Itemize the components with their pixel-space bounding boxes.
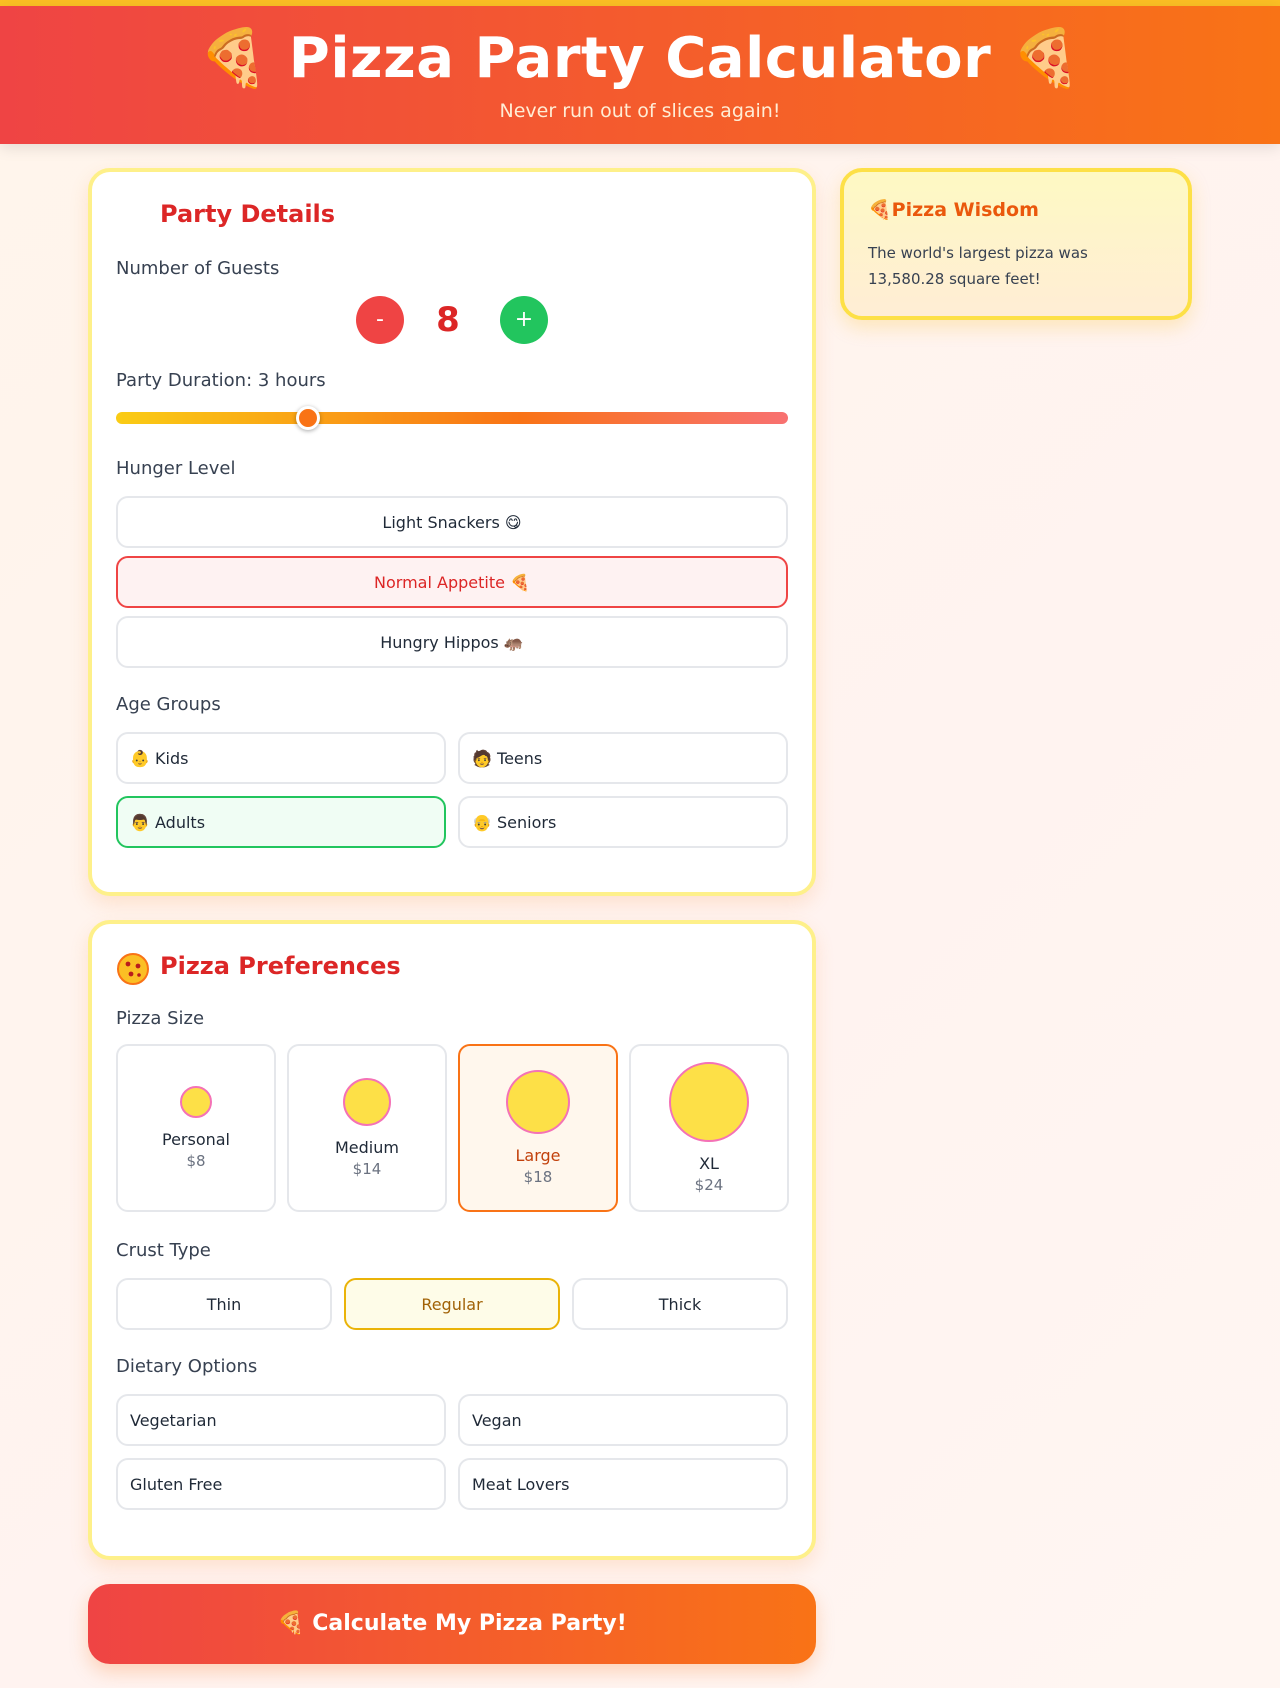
age-groups-label: Age Groups [116, 694, 221, 715]
pizza-size-large-icon [506, 1070, 570, 1134]
hunger-option-label: Light Snackers 😋 [382, 512, 522, 532]
app-header: 🍕 Pizza Party Calculator 🍕 Never run out… [0, 6, 1280, 144]
dietary-option-vegan[interactable]: Vegan [458, 1394, 788, 1446]
crust-type-label: Crust Type [116, 1240, 211, 1261]
pizza-wisdom-title: 🍕Pizza Wisdom [868, 199, 1039, 221]
crust-option-regular[interactable]: Regular [344, 1278, 560, 1330]
dietary-option-label: Meat Lovers [472, 1474, 570, 1494]
size-price: $24 [694, 1176, 724, 1194]
pizza-size-xl-icon [669, 1062, 749, 1142]
page-subtitle: Never run out of slices again! [499, 100, 781, 122]
age-option-label: 👨 Adults [130, 812, 206, 832]
crust-option-label: Thin [206, 1294, 242, 1314]
size-name: XL [699, 1154, 719, 1173]
guests-count: 8 [436, 300, 460, 340]
age-option-label: 🧑 Teens [472, 748, 543, 768]
duration-label: Party Duration: 3 hours [116, 370, 326, 391]
pizza-icon [117, 953, 149, 985]
age-option-label: 👴 Seniors [472, 812, 557, 832]
size-name: Personal [161, 1130, 230, 1149]
dietary-option-vegetarian[interactable]: Vegetarian [116, 1394, 446, 1446]
dietary-options-label: Dietary Options [116, 1356, 258, 1377]
crust-option-thick[interactable]: Thick [572, 1278, 788, 1330]
pizza-size-label: Pizza Size [116, 1008, 205, 1029]
dietary-option-label: Vegan [472, 1410, 522, 1430]
guests-label: Number of Guests [116, 258, 280, 279]
age-option-seniors[interactable]: 👴 Seniors [458, 796, 788, 848]
pizza-size-personal-icon [180, 1086, 212, 1118]
age-option-kids[interactable]: 👶 Kids [116, 732, 446, 784]
duration-slider-thumb[interactable] [296, 406, 320, 430]
crust-option-thin[interactable]: Thin [116, 1278, 332, 1330]
size-price: $18 [523, 1168, 553, 1186]
hunger-option-label: Hungry Hippos 🦛 [380, 632, 524, 652]
hunger-option-label: Normal Appetite 🍕 [374, 572, 530, 592]
size-name: Medium [335, 1138, 399, 1157]
party-details-title: Party Details [160, 200, 336, 228]
crust-option-label: Thick [658, 1294, 702, 1314]
size-price: $14 [352, 1160, 382, 1178]
dietary-option-label: Vegetarian [130, 1410, 217, 1430]
crust-option-label: Regular [421, 1294, 483, 1314]
duration-slider-track[interactable] [116, 412, 788, 424]
hunger-label: Hunger Level [116, 458, 236, 479]
hunger-option-light[interactable]: Light Snackers 😋 [116, 496, 788, 548]
party-details-card: Party Details Number of Guests - 8 + Par… [88, 168, 816, 896]
decrease-guests-button[interactable]: - [356, 296, 404, 344]
size-name: Large [515, 1146, 561, 1165]
age-option-label: 👶 Kids [130, 748, 189, 768]
size-option-large[interactable]: Large $18 [458, 1044, 618, 1212]
dietary-option-gluten-free[interactable]: Gluten Free [116, 1458, 446, 1510]
dietary-option-label: Gluten Free [130, 1474, 223, 1494]
size-price: $8 [186, 1152, 206, 1170]
size-option-personal[interactable]: Personal $8 [116, 1044, 276, 1212]
pizza-preferences-card: Pizza Preferences Pizza Size Personal $8… [88, 920, 816, 1560]
increase-guests-button[interactable]: + [500, 296, 548, 344]
pizza-preferences-title: Pizza Preferences [160, 952, 401, 980]
pizza-wisdom-text: The world's largest pizza was 13,580.28 … [868, 244, 1088, 288]
dietary-option-meat-lovers[interactable]: Meat Lovers [458, 1458, 788, 1510]
calculate-button[interactable]: 🍕 Calculate My Pizza Party! [88, 1584, 816, 1664]
size-option-medium[interactable]: Medium $14 [287, 1044, 447, 1212]
pizza-wisdom-card: 🍕Pizza Wisdom The world's largest pizza … [840, 168, 1192, 320]
pizza-size-medium-icon [343, 1078, 391, 1126]
page-title: 🍕 Pizza Party Calculator 🍕 [198, 26, 1082, 91]
age-option-teens[interactable]: 🧑 Teens [458, 732, 788, 784]
age-option-adults[interactable]: 👨 Adults [116, 796, 446, 848]
hunger-option-normal[interactable]: Normal Appetite 🍕 [116, 556, 788, 608]
size-option-xl[interactable]: XL $24 [629, 1044, 789, 1212]
hunger-option-hungry[interactable]: Hungry Hippos 🦛 [116, 616, 788, 668]
